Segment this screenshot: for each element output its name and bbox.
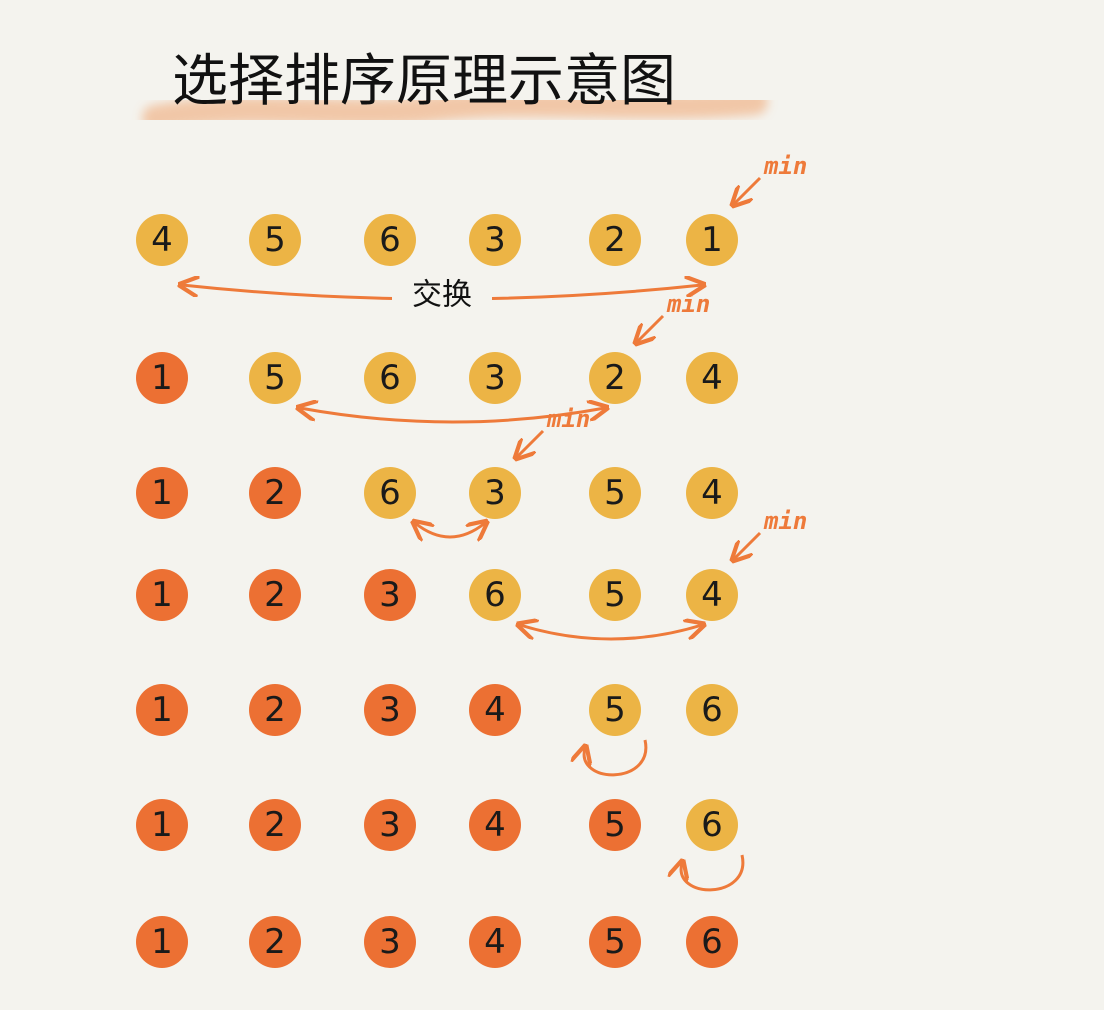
value-label: 2 bbox=[264, 575, 286, 615]
value-label: 2 bbox=[264, 473, 286, 513]
value-label: 4 bbox=[701, 575, 723, 615]
value-label: 3 bbox=[484, 473, 506, 513]
value-label: 5 bbox=[604, 922, 626, 962]
diagram-canvas: 选择排序原理示意图 4 5 6 3 2 1 min 交换 1 5 6 3 2 4 min 1 2 6 3 5 4 min 1… bbox=[136, 49, 807, 968]
min-pointer-arrow bbox=[734, 531, 762, 559]
min-label: min bbox=[546, 405, 590, 433]
value-label: 1 bbox=[151, 690, 173, 730]
value-label: 6 bbox=[701, 690, 723, 730]
min-label: min bbox=[763, 507, 807, 535]
value-label: 6 bbox=[701, 922, 723, 962]
value-label: 2 bbox=[264, 690, 286, 730]
value-label: 5 bbox=[604, 805, 626, 845]
value-label: 4 bbox=[484, 805, 506, 845]
value-label: 1 bbox=[151, 473, 173, 513]
value-label: 5 bbox=[604, 473, 626, 513]
value-label: 3 bbox=[484, 358, 506, 398]
min-pointer-arrow bbox=[734, 176, 762, 204]
selection-sort-diagram: 选择排序原理示意图 4 5 6 3 2 1 min 交换 1 5 6 3 2 4 min 1 2 6 3 5 4 min 1… bbox=[0, 0, 1104, 1010]
value-label: 6 bbox=[484, 575, 506, 615]
swap-arrow bbox=[520, 625, 702, 641]
value-label: 2 bbox=[604, 220, 626, 260]
value-label: 2 bbox=[264, 805, 286, 845]
value-label: 5 bbox=[264, 220, 286, 260]
value-label: 4 bbox=[701, 358, 723, 398]
value-label: 6 bbox=[379, 220, 401, 260]
value-label: 3 bbox=[379, 575, 401, 615]
value-label: 4 bbox=[484, 922, 506, 962]
swap-arrow bbox=[415, 523, 485, 537]
value-label: 4 bbox=[701, 473, 723, 513]
value-label: 6 bbox=[701, 805, 723, 845]
value-label: 5 bbox=[264, 358, 286, 398]
value-label: 1 bbox=[151, 575, 173, 615]
min-pointer-arrow bbox=[637, 314, 665, 342]
min-label: min bbox=[666, 290, 710, 318]
value-label: 5 bbox=[604, 575, 626, 615]
value-label: 5 bbox=[604, 690, 626, 730]
value-label: 3 bbox=[379, 805, 401, 845]
value-label: 6 bbox=[379, 358, 401, 398]
value-label: 3 bbox=[379, 690, 401, 730]
self-swap-arrow bbox=[681, 854, 745, 892]
value-label: 1 bbox=[151, 922, 173, 962]
value-label: 2 bbox=[604, 358, 626, 398]
value-label: 6 bbox=[379, 473, 401, 513]
value-label: 2 bbox=[264, 922, 286, 962]
min-label: min bbox=[763, 152, 807, 180]
self-swap-arrow bbox=[584, 739, 648, 777]
value-label: 1 bbox=[701, 220, 723, 260]
value-label: 1 bbox=[151, 805, 173, 845]
value-label: 3 bbox=[484, 220, 506, 260]
value-label: 1 bbox=[151, 358, 173, 398]
value-label: 4 bbox=[151, 220, 173, 260]
min-pointer-arrow bbox=[517, 429, 545, 457]
diagram-title: 选择排序原理示意图 bbox=[172, 49, 676, 114]
swap-label: 交换 bbox=[412, 278, 472, 313]
value-label: 4 bbox=[484, 690, 506, 730]
value-label: 3 bbox=[379, 922, 401, 962]
